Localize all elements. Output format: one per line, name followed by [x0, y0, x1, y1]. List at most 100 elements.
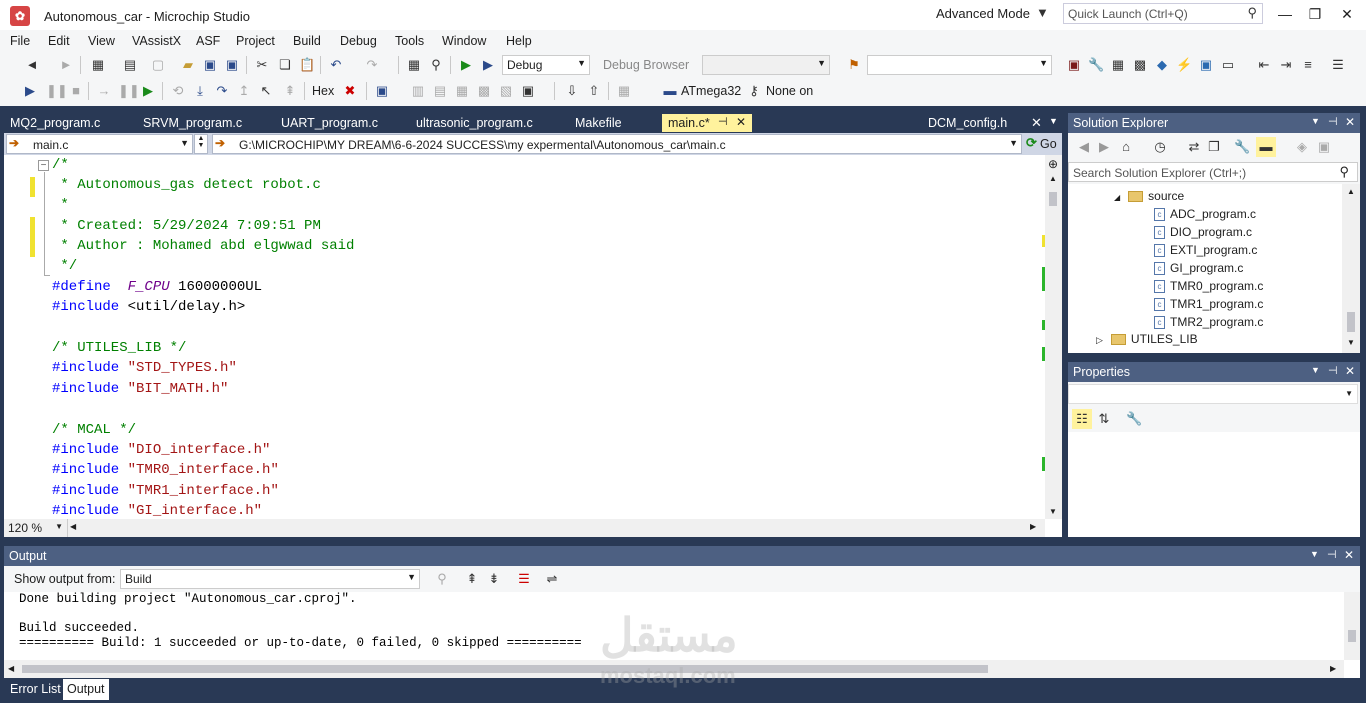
menu-file[interactable]: File [10, 34, 30, 48]
tab-makefile[interactable]: Makefile [569, 114, 628, 132]
preview-icon[interactable]: ◈ [1294, 139, 1310, 155]
debug-browser-label[interactable]: Debug Browser [603, 58, 689, 72]
code-editor[interactable]: − /* * Autonomous_gas detect robot.c * *… [4, 155, 1062, 537]
tool-label[interactable]: None on [766, 84, 813, 98]
menu-build[interactable]: Build [293, 34, 321, 48]
collapse-all-icon[interactable]: ▬ [1256, 137, 1276, 157]
zoom-select[interactable]: 120 % ▼ [4, 519, 68, 537]
configuration-select[interactable]: Debug ▼ [502, 55, 590, 75]
new-file-icon[interactable]: ▢ [150, 57, 166, 73]
microchip-studio-icon[interactable]: ✿ [10, 6, 30, 26]
paste-icon[interactable]: 📋 [299, 57, 315, 73]
file-path-select[interactable]: ➔ G:\MICROCHIP\MY DREAM\6-6-2024 SUCCESS… [212, 134, 1022, 154]
find-message-icon[interactable]: ⚲ [434, 571, 450, 587]
processor-icon[interactable]: ▩ [476, 83, 492, 99]
save-icon[interactable]: ▣ [202, 57, 218, 73]
step-over-icon[interactable]: ↷ [214, 83, 230, 99]
open-folder-icon[interactable]: ▰ [180, 57, 196, 73]
memory-icon[interactable]: ▥ [410, 83, 426, 99]
solution-view-icon[interactable]: ▦ [406, 57, 422, 73]
menu-help[interactable]: Help [506, 34, 532, 48]
tab-dcm-config[interactable]: DCM_config.h [922, 114, 1013, 132]
close-icon[interactable]: ✕ [1345, 115, 1355, 129]
properties-object-select[interactable]: ▼ [1068, 384, 1358, 404]
watch-icon[interactable]: ▣ [520, 83, 536, 99]
tree-file[interactable]: c TMR2_program.c [1154, 315, 1263, 330]
maximize-button[interactable]: ❐ [1300, 4, 1330, 24]
start-debugging-break-icon[interactable]: ▶ [480, 57, 496, 73]
break-all-icon[interactable]: ❚❚ [46, 83, 68, 99]
scroll-thumb[interactable] [1347, 312, 1355, 332]
mcc-icon[interactable]: ▣ [1198, 57, 1214, 73]
continue-icon[interactable]: ▶ [22, 83, 38, 99]
run-to-cursor-icon[interactable]: → [96, 83, 112, 99]
forward-icon[interactable]: ▶ [1096, 139, 1112, 155]
io-view-icon[interactable]: ▦ [454, 83, 470, 99]
alphabetical-icon[interactable]: ⇅ [1096, 411, 1112, 427]
scroll-left-icon[interactable]: ◀ [8, 664, 14, 673]
wrench-icon[interactable]: 🔧 [1088, 57, 1104, 73]
device-download-icon[interactable]: ⇩ [564, 83, 580, 99]
scroll-down-icon[interactable]: ▼ [1049, 507, 1057, 516]
close-icon[interactable]: ✕ [1345, 364, 1355, 378]
add-item-icon[interactable]: ▤ [122, 57, 138, 73]
scroll-thumb[interactable] [22, 665, 988, 673]
editor-vertical-scrollbar[interactable]: ⊕ ▲ ▼ [1045, 155, 1062, 519]
cut-icon[interactable]: ✂ [254, 57, 270, 73]
tree-folder-source[interactable]: ◢ source [1114, 189, 1184, 203]
pin-icon[interactable]: ⊣ [1327, 548, 1337, 561]
word-wrap-icon[interactable]: ⇌ [544, 571, 560, 587]
scroll-down-icon[interactable]: ▼ [1347, 338, 1355, 347]
find-in-files-icon[interactable]: ⚑ [846, 57, 862, 73]
scroll-up-icon[interactable]: ▲ [1049, 174, 1057, 183]
scroll-thumb[interactable] [1049, 192, 1057, 206]
tree-file[interactable]: c ADC_program.c [1154, 207, 1256, 222]
go-button[interactable]: Go [1040, 137, 1057, 151]
tree-file[interactable]: c DIO_program.c [1154, 225, 1252, 240]
minimize-button[interactable]: — [1270, 4, 1300, 24]
show-all-files-icon[interactable]: ❐ [1206, 139, 1222, 155]
filter-icon[interactable]: ▼ [1036, 5, 1049, 20]
properties-wrench-icon[interactable]: 🔧 [1234, 139, 1250, 155]
solution-tree-scrollbar[interactable]: ▲ ▼ [1342, 184, 1360, 353]
file-scope-select[interactable]: ➔ main.c ▼ [6, 134, 193, 154]
collapse-icon[interactable]: − [38, 160, 49, 171]
editor-horizontal-scrollbar[interactable]: ◀ ▶ [68, 519, 1045, 537]
tab-output[interactable]: Output [63, 679, 109, 700]
windows-icon[interactable]: ▣ [374, 83, 390, 99]
menu-window[interactable]: Window [442, 34, 486, 48]
menu-edit[interactable]: Edit [48, 34, 70, 48]
pin-icon[interactable]: ⊣ [1328, 115, 1338, 128]
tree-folder-utiles-lib[interactable]: ▷ UTILES_LIB [1096, 332, 1198, 346]
solution-search-input[interactable]: Search Solution Explorer (Ctrl+;) ⚲ [1068, 162, 1358, 182]
history-icon[interactable]: ◷ [1152, 139, 1168, 155]
menu-view[interactable]: View [88, 34, 115, 48]
increase-indent-icon[interactable]: ⇥ [1278, 57, 1294, 73]
scope-stepper[interactable]: ▲ ▼ [194, 134, 208, 154]
device-programming-icon[interactable]: ▣ [1066, 57, 1082, 73]
tree-file[interactable]: c GI_program.c [1154, 261, 1243, 276]
stop-icon[interactable]: ■ [68, 83, 84, 99]
tab-srvm-program[interactable]: SRVM_program.c [137, 114, 248, 132]
tree-file[interactable]: c EXTI_program.c [1154, 243, 1257, 258]
trace-icon[interactable]: ▦ [616, 83, 632, 99]
reset-icon[interactable]: ⟲ [170, 83, 186, 99]
show-next-statement-icon[interactable]: ⇞ [282, 83, 298, 99]
menu-vassistx[interactable]: VAssistX [132, 34, 181, 48]
advanced-mode-label[interactable]: Advanced Mode [936, 6, 1030, 21]
save-all-icon[interactable]: ▣ [224, 57, 240, 73]
close-tab-icon[interactable]: ✕ [736, 115, 746, 129]
board-icon[interactable]: ▩ [1132, 57, 1148, 73]
preview-toggle-icon[interactable]: ▣ [1316, 139, 1332, 155]
step-out-icon[interactable]: ↥ [236, 83, 252, 99]
terminal-icon[interactable]: ▭ [1220, 57, 1236, 73]
tab-uart-program[interactable]: UART_program.c [275, 114, 384, 132]
tree-file[interactable]: c TMR1_program.c [1154, 297, 1263, 312]
next-message-icon[interactable]: ⇟ [486, 571, 502, 587]
previous-message-icon[interactable]: ⇞ [464, 571, 480, 587]
find-icon[interactable]: ⚲ [428, 57, 444, 73]
split-icon[interactable]: ⊕ [1048, 157, 1058, 171]
breakpoints-icon[interactable]: ✖ [342, 83, 358, 99]
align-icon[interactable]: ≡ [1300, 57, 1316, 73]
pin-icon[interactable]: ⊣ [1328, 364, 1338, 377]
